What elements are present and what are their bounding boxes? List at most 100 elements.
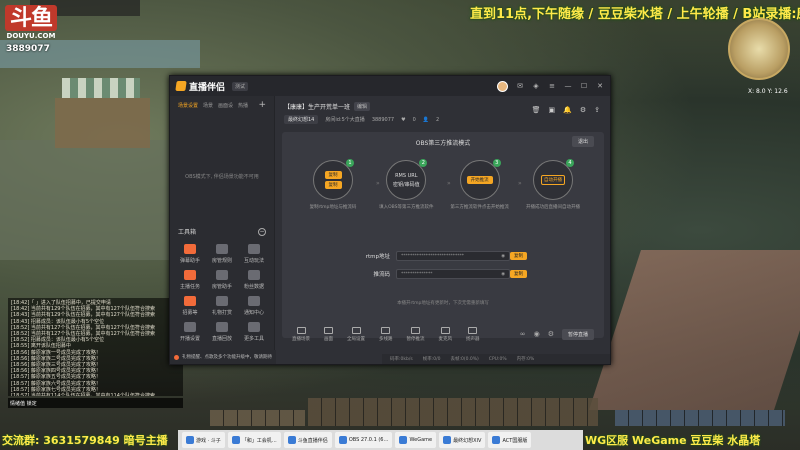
chat-input[interactable]: 情绪值 锁定 [8,398,183,408]
toolbar-icon [324,326,333,334]
status-item: 帧率:0/0 [422,357,441,362]
tool-item[interactable]: 开播设置 [174,322,206,342]
tool-item[interactable]: 房管规则 [206,244,238,264]
edit-title-button[interactable]: 编辑 [354,102,371,111]
viewer-count: 2 [436,116,440,123]
minimap[interactable] [728,18,790,80]
copy-key-button[interactable]: 复制 [510,270,527,278]
hotbar-left[interactable] [210,410,305,426]
toolbar-icon [411,326,420,334]
status-item: 码率:0kb/s [390,357,413,362]
taskbar-item[interactable]: 游戏 · 斗子 [182,432,225,448]
rtmp-field[interactable]: **************************** ◉ [396,251,510,261]
rtmp-hint: 本播开rtmp地址有更新时，下次无需重新填写 [397,301,489,306]
trash-icon[interactable]: 🗑 [532,106,541,114]
record-icon[interactable]: ◉ [534,330,540,338]
main-panel: 【康康】生产开荒单一班 编辑 最终幻想14 房间id:5个大直播 3889077… [276,96,610,364]
link-icon[interactable]: ∞ [520,330,526,338]
tool-label: 礼物打赏 [211,310,232,316]
toolbar-label: 暂停推流 [406,336,425,342]
taskbar-item[interactable]: OBS 27.0.1 (6… [334,432,393,448]
eye-icon[interactable]: ◉ [501,254,505,259]
user-avatar[interactable] [497,80,508,92]
toolbox-header: 工具箱 − [170,227,274,236]
hotbar-main[interactable] [308,398,598,426]
version-badge: 测试 [232,81,249,91]
taskbar-item[interactable]: 「和」工会机… [227,432,281,448]
tool-icon [184,270,196,280]
tool-item[interactable]: 更多工具 [238,322,270,342]
message-icon[interactable]: ✉ [516,82,524,90]
category-button[interactable]: 最终幻想14 [284,115,319,124]
tab-hot[interactable]: 热播 [238,102,248,109]
toolbar-button[interactable]: 全局设置 [347,326,365,342]
taskbar-item-label: WeGame [409,437,433,443]
taskbar-item[interactable]: ACT国服版 [488,432,532,448]
tab-scene[interactable]: 场景 [203,102,213,109]
toolbar-button[interactable]: 扬声器 [466,326,480,342]
toolbar-icon [440,326,450,334]
obs-mode-panel: OBS第三方推流模式 退出 1 复制 复制 复制rtmp地址与推流码 2 RMS… [282,132,604,338]
stream-key-field[interactable]: ************** ◉ [396,269,510,279]
tool-item[interactable]: 弹幕助手 [174,244,206,264]
minimize-icon[interactable]: — [564,82,572,90]
live-companion-window: 直播伴侣 测试 ✉ ◈ ≡ — ☐ ✕ 场景设置 场景 画面设 热播 + OBS… [169,75,611,365]
auto-live-label: 自动开播 [540,175,565,185]
bell-icon[interactable]: 🔔 [563,106,572,114]
tool-item[interactable]: 招募等 [174,296,206,316]
add-scene-icon[interactable]: + [258,101,266,110]
taskbar-item[interactable]: 最终幻想XIV [439,432,486,448]
taskbar-item[interactable]: WeGame [395,432,437,448]
tool-item[interactable]: 礼物打赏 [206,296,238,316]
toolbar-icon [381,326,391,334]
share-icon[interactable]: ⇪ [594,106,600,114]
screenshot-icon[interactable]: ▣ [549,106,556,114]
settings-icon[interactable]: ⚙ [580,106,586,114]
tool-item[interactable]: 主播任务 [174,270,206,290]
skin-icon[interactable]: ◈ [532,82,540,90]
arrow-icon: » [447,180,451,187]
tab-display[interactable]: 画面设 [218,102,233,109]
copy-rtmp-button[interactable]: 复制 [510,252,527,260]
toolbar-button[interactable]: 多线路 [379,326,393,342]
tool-item[interactable]: 房管助手 [206,270,238,290]
maximize-icon[interactable]: ☐ [580,82,588,90]
toolbar-button[interactable]: 画面 [324,326,333,342]
gear-icon[interactable]: ⚙ [548,330,554,338]
step-desc: 第三方推流软件点击开始推流 [450,205,509,210]
tool-icon [248,244,260,254]
exit-obs-mode-button[interactable]: 退出 [571,136,594,147]
close-icon[interactable]: ✕ [596,82,604,90]
menu-icon[interactable]: ≡ [548,82,556,90]
app-logo-icon [175,81,187,91]
toolbar-icon [468,326,478,334]
tool-item[interactable]: 通知中心 [238,296,270,316]
collapse-icon[interactable]: − [258,227,266,236]
hotbar-right[interactable] [615,410,785,426]
toolbar-label: 扬声器 [466,336,480,342]
toolbar-label: 多线路 [379,336,393,342]
toolbar-right: ∞ ◉ ⚙ 暂停直播 [520,328,594,340]
chat-line: [18:57] 当前共有114个队伍在招募，其中有114个队伍符合搜索 [11,393,180,396]
tab-scene-settings[interactable]: 场景设置 [178,102,198,109]
steps-row: 1 复制 复制 复制rtmp地址与推流码 2 RMS URL 密钥/串码值 填入… [302,159,584,211]
tool-label: 开播设置 [179,336,200,342]
tool-item[interactable]: 直播回放 [206,322,238,342]
chat-log[interactable]: [18:42]「 」进入了队伍招募中，已提交申请 [18:42] 当前共有129个… [8,298,183,396]
pause-live-button[interactable]: 暂停直播 [561,328,594,340]
toolbar-button[interactable]: 直播场景 [292,326,310,342]
taskbar: 游戏 · 斗子 「和」工会机… 斗鱼直播伴侣 OBS 27.0.1 (6… WeGame… [178,430,583,450]
step-number: 4 [565,159,574,167]
toolbar-button[interactable]: 暂停推流 [406,326,425,342]
status-item: 内存:0% [516,357,535,362]
tool-label: 弹幕助手 [179,258,200,264]
toolbar-button[interactable]: 麦克风 [439,326,452,342]
toolbar-icon [351,326,361,334]
tool-item[interactable]: 互动玩法 [238,244,270,264]
taskbar-item[interactable]: 斗鱼直播伴侣 [283,432,332,448]
toolbar-label: 全局设置 [347,336,365,342]
minimap-coords: X: 8.0 Y: 12.6 [748,88,788,95]
eye-icon[interactable]: ◉ [501,272,505,277]
tool-item[interactable]: 粉丝数据 [238,270,270,290]
tool-label: 房管规则 [211,258,232,264]
